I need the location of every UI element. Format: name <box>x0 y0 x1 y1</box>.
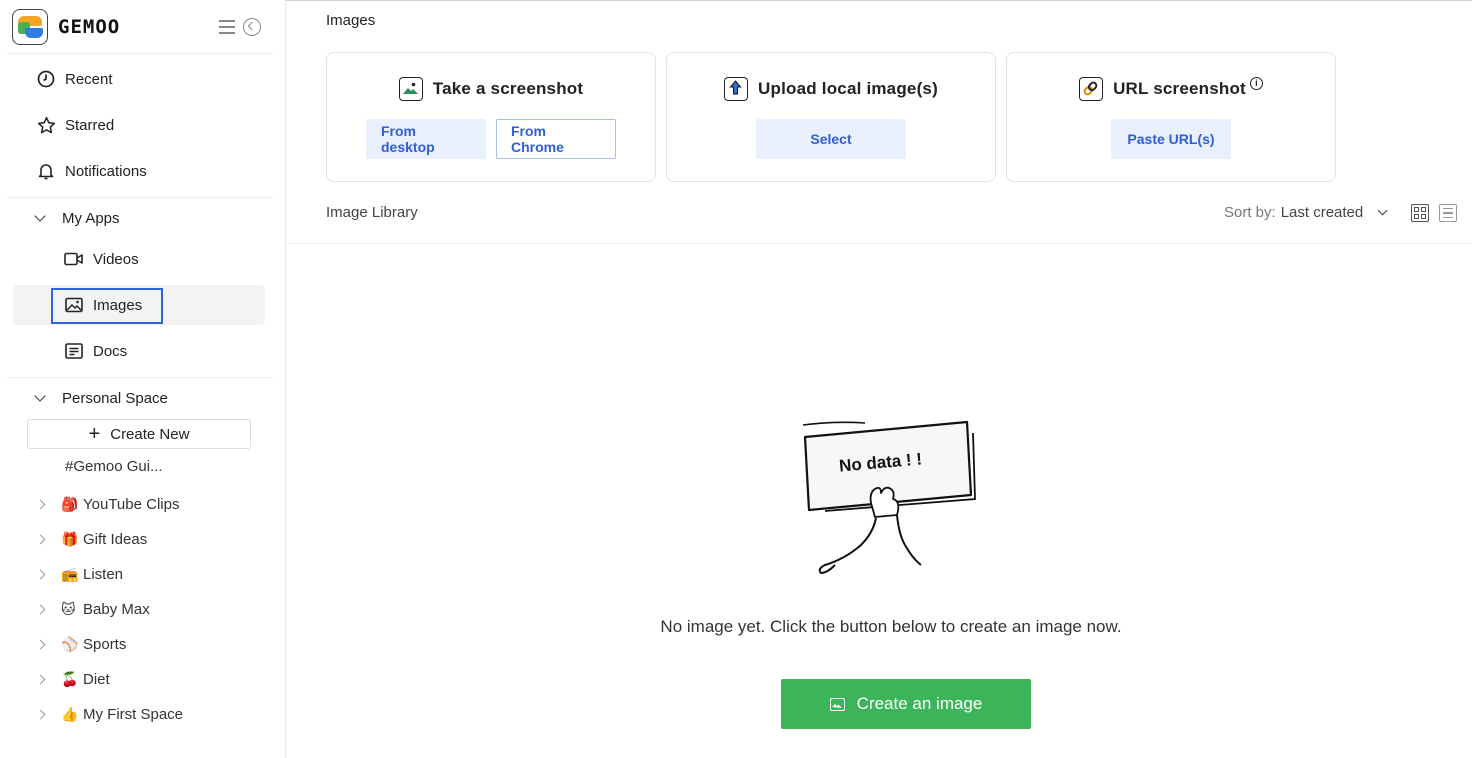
info-icon[interactable]: i <box>1249 76 1263 90</box>
brand-name: GEMOO <box>58 16 121 38</box>
group-personal-space[interactable]: Personal Space <box>34 386 168 410</box>
create-image-button[interactable]: Create an image <box>781 679 1031 729</box>
group-my-apps-label: My Apps <box>62 209 120 227</box>
from-desktop-button[interactable]: From desktop <box>366 119 486 159</box>
space-emoji-icon: 📻 <box>61 565 79 582</box>
divider <box>6 197 273 198</box>
plus-icon: + <box>88 423 101 445</box>
chevron-down-icon <box>34 210 46 222</box>
select-button[interactable]: Select <box>756 119 906 159</box>
collapse-sidebar-icon[interactable] <box>243 18 261 36</box>
gemoo-logo-icon <box>12 9 48 45</box>
chevron-down-icon <box>1377 205 1388 216</box>
card-take-screenshot: Take a screenshot From desktop From Chro… <box>326 52 656 182</box>
upload-arrow-icon <box>724 77 749 101</box>
space-item[interactable]: 📻 Listen <box>35 563 124 585</box>
nav-recent-label: Recent <box>65 70 113 88</box>
menu-icon[interactable] <box>219 20 235 34</box>
create-image-label: Create an image <box>856 694 983 713</box>
nav-starred[interactable]: Starred <box>36 113 114 137</box>
chevron-right-icon[interactable] <box>35 499 46 509</box>
top-border <box>286 0 1472 1</box>
space-item-label: Baby Max <box>83 600 150 618</box>
chevron-right-icon[interactable] <box>35 674 46 684</box>
space-emoji-icon: ⚾ <box>61 635 79 652</box>
card-upload-local: Upload local image(s) Select <box>666 52 996 182</box>
create-new-label: Create New <box>110 425 190 443</box>
space-item[interactable]: 🍒 Diet <box>35 668 110 690</box>
star-icon <box>36 115 56 135</box>
card-url-screenshot: URL screenshot i Paste URL(s) <box>1006 52 1336 182</box>
nav-videos-label: Videos <box>93 250 139 268</box>
space-item-gemoo-guide[interactable]: #Gemoo Gui... <box>65 458 163 475</box>
chevron-right-icon[interactable] <box>35 569 46 579</box>
divider <box>286 243 1472 244</box>
list-view-icon[interactable] <box>1439 204 1457 222</box>
link-icon <box>1079 77 1104 101</box>
group-my-apps[interactable]: My Apps <box>34 206 120 230</box>
sort-dropdown[interactable]: Sort by: Last created <box>1224 204 1388 221</box>
nav-notifications-label: Notifications <box>65 162 147 180</box>
nav-docs-label: Docs <box>93 342 128 360</box>
sort-value: Last created <box>1280 204 1364 221</box>
paste-urls-button[interactable]: Paste URL(s) <box>1111 119 1231 159</box>
card-upload-title: Upload local image(s) <box>758 79 938 98</box>
card-take-screenshot-title: Take a screenshot <box>432 79 584 98</box>
nav-recent[interactable]: Recent <box>36 67 113 91</box>
divider <box>6 53 273 54</box>
clock-icon <box>36 69 56 89</box>
space-emoji-icon: 🍒 <box>61 670 79 687</box>
chevron-right-icon[interactable] <box>35 604 46 614</box>
space-item-label: Gift Ideas <box>83 530 148 548</box>
space-item[interactable]: 🎁 Gift Ideas <box>35 528 148 550</box>
divider <box>6 377 273 378</box>
selection-outline <box>51 288 163 324</box>
image-icon <box>829 697 845 711</box>
space-emoji-icon: 🐱 <box>61 600 76 617</box>
space-item[interactable]: 👍 My First Space <box>35 703 184 725</box>
empty-state-message: No image yet. Click the button below to … <box>660 617 1122 636</box>
bell-icon <box>36 161 56 181</box>
space-emoji-icon: 👍 <box>61 705 79 722</box>
chevron-down-icon <box>34 390 46 402</box>
document-icon <box>64 341 84 361</box>
space-item-label: Listen <box>83 565 124 583</box>
from-chrome-button[interactable]: From Chrome <box>496 119 616 159</box>
space-item[interactable]: 🎒 YouTube Clips <box>35 493 180 515</box>
space-item-label: Diet <box>83 670 110 688</box>
chevron-right-icon[interactable] <box>35 709 46 719</box>
image-library-label: Image Library <box>326 204 418 221</box>
sort-label: Sort by: <box>1224 204 1276 221</box>
space-item[interactable]: 🐱 Baby Max <box>35 598 150 620</box>
card-url-title: URL screenshot <box>1113 79 1246 98</box>
space-item[interactable]: ⚾ Sports <box>35 633 127 655</box>
create-new-button[interactable]: + Create New <box>27 419 251 449</box>
chevron-right-icon[interactable] <box>35 639 46 649</box>
space-item-label: My First Space <box>83 705 184 723</box>
brand[interactable]: GEMOO <box>12 8 120 46</box>
space-emoji-icon: 🎁 <box>61 530 79 547</box>
space-item-label: YouTube Clips <box>83 495 180 513</box>
group-personal-space-label: Personal Space <box>62 389 168 407</box>
nav-videos[interactable]: Videos <box>64 247 139 271</box>
grid-view-icon[interactable] <box>1411 204 1429 222</box>
sidebar: GEMOO Recent Starred Notifications My Ap… <box>0 0 286 758</box>
space-item-label: Sports <box>83 635 127 653</box>
page-title: Images <box>326 12 376 29</box>
nav-starred-label: Starred <box>65 116 115 134</box>
nav-notifications[interactable]: Notifications <box>36 159 147 183</box>
no-data-illustration: No data ! ! <box>795 415 995 585</box>
nav-docs[interactable]: Docs <box>64 339 127 363</box>
space-emoji-icon: 🎒 <box>61 495 79 512</box>
chevron-right-icon[interactable] <box>35 534 46 544</box>
video-camera-icon <box>64 249 84 269</box>
screenshot-image-icon <box>398 77 423 101</box>
